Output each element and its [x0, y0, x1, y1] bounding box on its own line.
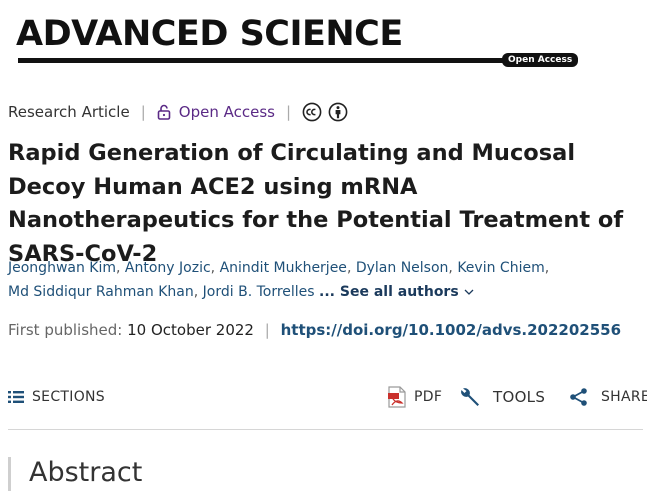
author-link[interactable]: Jordi B. Torrelles — [203, 284, 315, 300]
author-separator: , — [193, 284, 203, 300]
publication-separator: | — [264, 321, 270, 339]
author-link[interactable]: Antony Jozic — [125, 260, 211, 276]
section-divider — [8, 429, 643, 430]
author-list: Jeonghwan Kim, Antony Jozic, Anindit Muk… — [8, 256, 644, 304]
open-access-label[interactable]: Open Access — [179, 103, 275, 121]
author-separator: , — [544, 260, 550, 276]
tools-label: TOOLS — [493, 388, 546, 406]
see-all-authors-link[interactable]: ... See all authors — [319, 284, 474, 300]
open-lock-icon — [157, 104, 171, 120]
article-meta-row: Research Article | Open Access | — [8, 101, 348, 123]
see-all-authors-label: ... See all authors — [319, 284, 459, 300]
tools-button[interactable]: TOOLS — [459, 383, 545, 411]
article-type: Research Article — [8, 103, 130, 121]
publication-date: 10 October 2022 — [127, 321, 254, 339]
sections-button[interactable]: SECTIONS — [8, 383, 105, 411]
cc-icon[interactable] — [302, 102, 322, 122]
chevron-down-icon — [464, 289, 474, 295]
doi-link[interactable]: https://doi.org/10.1002/advs.202202556 — [281, 321, 621, 339]
wrench-icon — [461, 388, 479, 406]
first-published-label: First published: — [8, 321, 123, 339]
abstract-heading: Abstract — [29, 457, 143, 488]
article-toolbar: SECTIONS PDF TOOLS SHARE — [0, 383, 647, 411]
author-separator: , — [346, 260, 356, 276]
license-icons[interactable] — [302, 102, 348, 122]
share-label: SHARE — [601, 389, 647, 405]
article-title: Rapid Generation of Circulating and Muco… — [8, 140, 624, 267]
journal-masthead: ADVANCED SCIENCE Open Access — [0, 0, 647, 80]
logo-underline — [18, 58, 504, 63]
pdf-label: PDF — [414, 389, 443, 405]
journal-logo[interactable]: ADVANCED SCIENCE — [16, 12, 403, 56]
publication-info: First published: 10 October 2022 | https… — [8, 319, 621, 341]
author-link[interactable]: Md Siddiqur Rahman Khan — [8, 284, 194, 300]
sections-label: SECTIONS — [32, 389, 105, 405]
author-link[interactable]: Anindit Mukherjee — [220, 260, 347, 276]
meta-separator: | — [140, 103, 146, 121]
by-icon[interactable] — [328, 102, 348, 122]
share-icon — [570, 388, 587, 406]
author-link[interactable]: Dylan Nelson — [356, 260, 449, 276]
author-link[interactable]: Kevin Chiem — [457, 260, 544, 276]
author-link[interactable]: Jeonghwan Kim — [8, 260, 116, 276]
meta-separator: | — [285, 103, 292, 121]
open-access-badge: Open Access — [502, 53, 579, 67]
author-separator: , — [448, 260, 458, 276]
author-separator: , — [116, 260, 125, 276]
abstract-accent-bar — [8, 457, 11, 491]
list-icon — [8, 391, 24, 403]
pdf-button[interactable]: PDF — [388, 383, 442, 411]
share-button[interactable]: SHARE — [569, 383, 647, 411]
author-separator: , — [210, 260, 220, 276]
pdf-icon — [388, 386, 406, 408]
